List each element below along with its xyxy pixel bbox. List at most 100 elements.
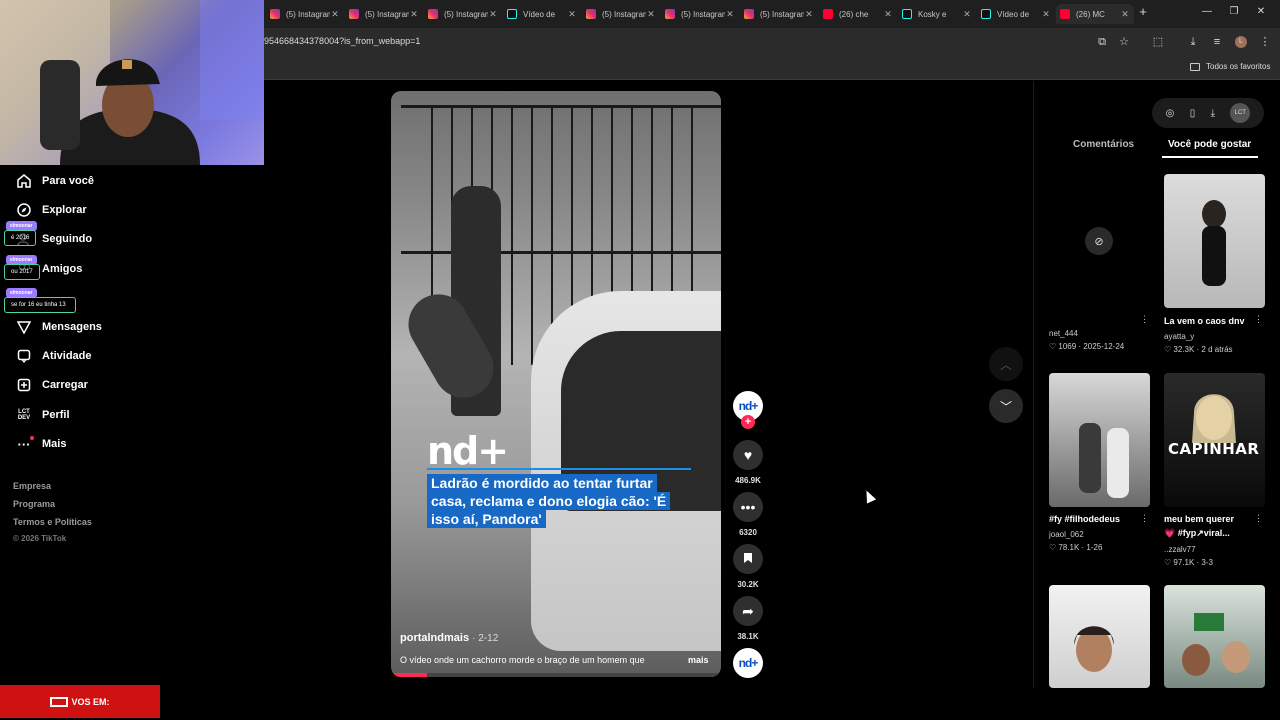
close-icon[interactable]: ✕	[330, 9, 340, 20]
minimize-icon[interactable]: —	[1200, 6, 1214, 17]
browser-tab[interactable]: (5) Instagram ✕	[424, 4, 502, 24]
footer-link-programa[interactable]: Programa	[13, 499, 55, 509]
video-thumbnail[interactable]	[1164, 174, 1265, 308]
browser-tab[interactable]: (5) Instagram ✕	[266, 4, 344, 24]
download-icon[interactable]: ⤓	[1211, 108, 1215, 119]
browser-tab[interactable]: Vídeo de ✕	[977, 4, 1055, 24]
autoscroll-icon[interactable]: ◎	[1166, 108, 1175, 119]
sidebar-item-mais[interactable]: ··· Mais	[16, 436, 66, 452]
video-thumbnail[interactable]	[1164, 585, 1265, 688]
close-icon[interactable]: ✕	[962, 9, 972, 20]
save-button[interactable]	[733, 544, 763, 574]
banner-logo-icon	[50, 696, 69, 707]
media-control-icon[interactable]: ≡	[1211, 36, 1223, 48]
active-tab-indicator	[1162, 156, 1258, 158]
new-tab-button[interactable]: +	[1136, 4, 1150, 19]
brand-logo: nd+	[427, 429, 509, 473]
footer-link-termos[interactable]: Termos e Políticas	[13, 517, 92, 527]
instagram-icon	[744, 9, 754, 19]
card-title[interactable]: #fy #filhodedeus	[1049, 514, 1120, 524]
tiktok-icon	[981, 9, 991, 19]
card-meta: ♡ 32.3K · 2 d atrás	[1164, 345, 1233, 354]
folder-icon	[1190, 62, 1200, 71]
card-menu-icon[interactable]: ⋮	[1254, 513, 1263, 524]
browser-tab[interactable]: Vídeo de ✕	[503, 4, 581, 24]
restore-icon[interactable]: ❐	[1227, 6, 1241, 17]
next-video-button[interactable]: ﹀	[989, 389, 1023, 423]
browser-tab[interactable]: Kosky e ✕	[898, 4, 976, 24]
more-button[interactable]: mais	[688, 655, 709, 665]
gate-decoration	[401, 251, 721, 254]
music-disc-avatar[interactable]: nd+	[733, 648, 763, 678]
close-icon[interactable]: ✕	[567, 9, 577, 20]
card-user[interactable]: joaol_062	[1049, 530, 1084, 539]
sidebar-item-mensagens[interactable]: Mensagens	[16, 319, 102, 335]
card-menu-icon[interactable]: ⋮	[1254, 314, 1263, 325]
browser-tab[interactable]: (5) Instagram ✕	[661, 4, 739, 24]
comment-button[interactable]: •••	[733, 492, 763, 522]
browser-tab[interactable]: (5) Instagram ✕	[740, 4, 818, 24]
heart-icon: ♥	[743, 447, 753, 463]
close-icon[interactable]: ✕	[409, 9, 419, 20]
close-icon[interactable]: ✕	[646, 9, 656, 20]
close-icon[interactable]: ✕	[488, 9, 498, 20]
video-thumbnail[interactable]	[1049, 373, 1150, 507]
install-app-icon[interactable]: ⧉	[1096, 36, 1108, 48]
instagram-icon	[349, 9, 359, 19]
browser-tab[interactable]: (5) Instagram ✕	[345, 4, 423, 24]
video-author[interactable]: portalndmais · 2-12	[400, 632, 498, 644]
thumbnail-overlay-text: CAPINHAR	[1168, 440, 1260, 458]
sidebar-item-atividade[interactable]: Atividade	[16, 348, 92, 364]
download-icon[interactable]: ⤓	[1187, 36, 1199, 48]
extensions-icon[interactable]: ⬚	[1152, 36, 1164, 48]
card-subtitle: 💗 #fyp↗viral...	[1164, 528, 1230, 538]
card-user[interactable]: ayatta_y	[1164, 332, 1194, 341]
tab-voce-pode-gostar[interactable]: Você pode gostar	[1168, 139, 1251, 150]
all-bookmarks-button[interactable]: Todos os favoritos	[1190, 62, 1270, 71]
chevron-up-icon: ︿	[999, 357, 1012, 372]
card-menu-icon[interactable]: ⋮	[1140, 314, 1149, 325]
browser-tab[interactable]: (26) che ✕	[819, 4, 897, 24]
tiktok-icon	[507, 9, 517, 19]
video-player[interactable]: nd+ Ladrão é mordido ao tentar furtar ca…	[391, 91, 721, 677]
card-title[interactable]: meu bem querer	[1164, 514, 1234, 524]
video-progress-bar[interactable]	[391, 673, 721, 677]
like-button[interactable]: ♥	[733, 440, 763, 470]
thumbnail-person	[1074, 626, 1114, 672]
sidebar-item-para-voce[interactable]: Para você	[16, 173, 94, 189]
previous-video-button[interactable]: ︿	[989, 347, 1023, 381]
close-icon[interactable]: ✕	[1120, 9, 1130, 20]
video-thumbnail[interactable]	[1049, 585, 1150, 688]
follow-button[interactable]: +	[741, 415, 755, 429]
card-meta: ♡ 1069 · 2025-12-24	[1049, 342, 1125, 351]
comment-count: 6320	[739, 528, 757, 537]
card-user[interactable]: net_444	[1049, 329, 1078, 338]
profile-avatar-icon[interactable]: L	[1235, 36, 1247, 48]
sidebar-item-perfil[interactable]: LCT DEV Perfil	[16, 407, 70, 423]
chat-message: se for 16 eu tinha 13	[4, 297, 76, 313]
sidebar-item-carregar[interactable]: Carregar	[16, 377, 88, 393]
close-window-icon[interactable]: ✕	[1254, 6, 1268, 17]
share-button[interactable]: ➦	[733, 596, 763, 626]
user-avatar[interactable]: LCT	[1230, 103, 1251, 123]
close-icon[interactable]: ✕	[883, 9, 893, 20]
save-count: 30.2K	[737, 580, 759, 589]
bookmark-star-icon[interactable]: ☆	[1118, 36, 1130, 48]
browser-tab-active[interactable]: (26) MC ✕	[1056, 4, 1134, 24]
footer-link-empresa[interactable]: Empresa	[13, 481, 51, 491]
tab-comentarios[interactable]: Comentários	[1073, 139, 1134, 150]
sidebar-item-explorar[interactable]: Explorar	[16, 202, 87, 218]
close-icon[interactable]: ✕	[725, 9, 735, 20]
device-icon[interactable]: ▯	[1190, 108, 1196, 119]
menu-kebab-icon[interactable]: ⋮	[1259, 36, 1271, 48]
card-menu-icon[interactable]: ⋮	[1140, 513, 1149, 524]
close-icon[interactable]: ✕	[804, 9, 814, 20]
card-user[interactable]: ..zzalv77	[1164, 545, 1196, 554]
close-icon[interactable]: ✕	[1041, 9, 1051, 20]
youtube-icon	[823, 9, 833, 19]
home-icon	[16, 173, 32, 189]
card-title[interactable]: La vem o caos dnv	[1164, 316, 1245, 326]
browser-tab[interactable]: (5) Instagram ✕	[582, 4, 660, 24]
share-icon: ➦	[742, 602, 754, 619]
url-field[interactable]: 954668434378004?is_from_webapp=1	[264, 36, 420, 46]
